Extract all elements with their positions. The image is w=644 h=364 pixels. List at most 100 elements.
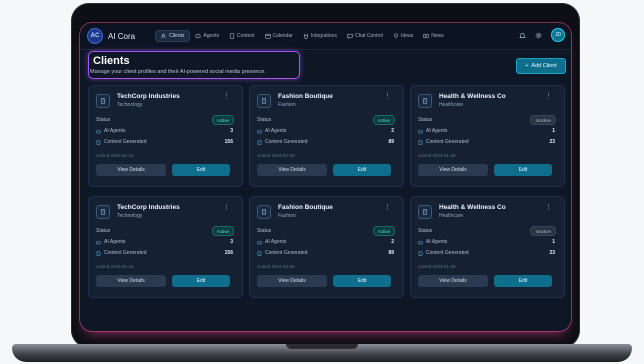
status-badge: Active [211, 226, 234, 236]
edit-button[interactable]: Edit [494, 164, 552, 176]
edit-button[interactable]: Edit [333, 164, 391, 176]
file-icon [257, 250, 262, 256]
view-details-button[interactable]: View Details [418, 164, 488, 176]
bot-icon [418, 240, 423, 244]
ai-agents-label: AI Agents [426, 128, 448, 134]
nav-label: Ideas [401, 33, 414, 39]
status-label: Status [418, 228, 433, 234]
app-screen: AC AI Cora Clients Agents Content Calend… [80, 23, 571, 331]
ai-agents-count: 1 [552, 239, 555, 245]
nav-item-content[interactable]: Content [224, 31, 260, 41]
content-generated-row: Content Generated 89 [257, 139, 394, 145]
client-industry: Healthcare [439, 213, 464, 219]
content-generated-row: Content Generated 156 [96, 139, 233, 145]
lightbulb-icon [394, 33, 398, 39]
building-icon [262, 98, 266, 104]
status-badge: Active [372, 115, 395, 125]
more-options-icon[interactable]: ⋮ [223, 204, 230, 211]
building-icon [423, 209, 427, 215]
brand-badge[interactable]: AC [87, 28, 103, 44]
edit-button[interactable]: Edit [172, 275, 230, 287]
file-icon [96, 139, 101, 145]
more-options-icon[interactable]: ⋮ [384, 204, 391, 211]
client-industry: Fashion [278, 213, 296, 219]
laptop-notch [286, 344, 358, 349]
ai-agents-row: AI Agents 3 [96, 239, 233, 245]
content-generated-count: 156 [224, 250, 233, 256]
content-label-wrap: Content Generated [96, 250, 147, 256]
view-details-button[interactable]: View Details [257, 275, 327, 287]
more-options-icon[interactable]: ⋮ [223, 93, 230, 100]
ai-agents-label-wrap: AI Agents [96, 239, 125, 245]
nav-item-news[interactable]: News [418, 31, 449, 41]
ai-agents-label: AI Agents [265, 128, 287, 134]
bot-icon [257, 240, 262, 244]
status-badge: Active [372, 226, 395, 236]
bot-icon [196, 33, 201, 39]
ai-agents-label-wrap: AI Agents [96, 128, 125, 134]
building-icon [262, 209, 266, 215]
status-badge: Inactive [530, 226, 556, 236]
content-generated-row: Content Generated 89 [257, 250, 394, 256]
view-details-button[interactable]: View Details [96, 164, 166, 176]
building-icon [101, 98, 105, 104]
more-options-icon[interactable]: ⋮ [545, 204, 552, 211]
ai-agents-row: AI Agents 2 [257, 128, 394, 134]
status-badge: Inactive [530, 115, 556, 125]
status-label: Status [257, 228, 272, 234]
view-details-button[interactable]: View Details [96, 275, 166, 287]
more-options-icon[interactable]: ⋮ [545, 93, 552, 100]
nav-item-calendar[interactable]: Calendar [260, 31, 298, 41]
client-card[interactable]: Fashion Boutique Fashion ⋮ Status Active… [249, 196, 404, 298]
edit-button[interactable]: Edit [333, 275, 391, 287]
status-label: Status [96, 228, 111, 234]
content-generated-label: Content Generated [265, 250, 308, 256]
content-label-wrap: Content Generated [96, 139, 147, 145]
bot-icon [96, 240, 101, 244]
joined-date: Joined 2024-01-15 [96, 264, 134, 269]
more-options-icon[interactable]: ⋮ [384, 93, 391, 100]
client-industry: Fashion [278, 102, 296, 108]
content-generated-count: 89 [388, 250, 394, 256]
client-card[interactable]: Health & Wellness Co Healthcare ⋮ Status… [410, 196, 565, 298]
client-card[interactable]: Health & Wellness Co Healthcare ⋮ Status… [410, 85, 565, 187]
file-icon [96, 250, 101, 256]
ai-agents-label-wrap: AI Agents [257, 239, 286, 245]
file-icon [418, 250, 423, 256]
nav-item-agents[interactable]: Agents [190, 31, 224, 41]
client-card[interactable]: Fashion Boutique Fashion ⋮ Status Active… [249, 85, 404, 187]
plus-icon: + [525, 63, 529, 69]
view-details-button[interactable]: View Details [257, 164, 327, 176]
nav-item-integrations[interactable]: Integrations [298, 31, 342, 41]
view-details-button[interactable]: View Details [418, 275, 488, 287]
nav-label: Integrations [310, 33, 337, 39]
add-client-button[interactable]: + Add Client [516, 58, 566, 74]
status-badge: Active [211, 115, 234, 125]
content-generated-label: Content Generated [426, 139, 469, 145]
building-icon [101, 209, 105, 215]
bell-icon[interactable] [519, 32, 526, 39]
edit-button[interactable]: Edit [172, 164, 230, 176]
nav-item-ideas[interactable]: Ideas [388, 31, 418, 41]
client-name: Fashion Boutique [278, 93, 333, 100]
gear-icon[interactable] [535, 32, 542, 39]
edit-button[interactable]: Edit [494, 275, 552, 287]
avatar[interactable]: JD [551, 28, 565, 42]
nav-label: Agents [203, 33, 219, 39]
nav-item-clients[interactable]: Clients [155, 30, 191, 42]
status-label: Status [418, 117, 433, 123]
brand-name[interactable]: AI Cora [108, 32, 135, 41]
ai-agents-count: 3 [230, 128, 233, 134]
plug-icon [303, 33, 308, 39]
client-card[interactable]: TechCorp Industries Technology ⋮ Status … [88, 196, 243, 298]
content-generated-count: 89 [388, 139, 394, 145]
content-generated-count: 156 [224, 139, 233, 145]
client-name: TechCorp Industries [117, 93, 180, 100]
content-generated-count: 23 [549, 250, 555, 256]
client-card[interactable]: TechCorp Industries Technology ⋮ Status … [88, 85, 243, 187]
nav-item-chat-control[interactable]: Chat Control [342, 31, 388, 41]
content-generated-label: Content Generated [104, 250, 147, 256]
content-label-wrap: Content Generated [257, 139, 308, 145]
content-generated-row: Content Generated 23 [418, 139, 555, 145]
chat-icon [347, 33, 353, 39]
